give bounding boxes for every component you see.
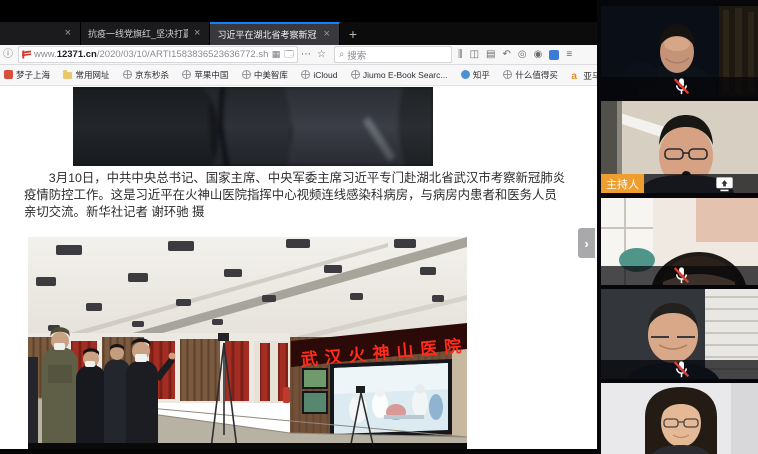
bookmark-favicon-icon [503, 70, 512, 79]
host-badge: 主持人 [601, 174, 644, 193]
bookmark-favicon-icon [182, 70, 191, 79]
bookmark-label: 中美智库 [254, 69, 288, 81]
bookmark-label: iCloud [313, 70, 337, 80]
bookmark-favicon-icon [242, 70, 251, 79]
participant-namebar: 主持人 brucehorse [601, 174, 758, 193]
tab-close-icon[interactable]: × [321, 28, 331, 41]
bookmark-item[interactable]: 梦子上海 [4, 69, 50, 81]
tab-close-icon[interactable]: × [192, 27, 202, 40]
bookmarks-bar: 梦子上海 常用网址 京东秒杀 苹果中国 [0, 65, 601, 86]
bookmark-item[interactable]: 常用网址 [63, 69, 109, 81]
qr-code-icon[interactable]: ▦ [272, 49, 281, 60]
article-caption: 3月10日，中共中央总书记、国家主席、中央军委主席习近平专门赴湖北省武汉市考察新… [24, 170, 567, 221]
bookmark-favicon-icon [123, 70, 132, 79]
save-page-icon[interactable]: 🗔 [284, 47, 294, 63]
sync-icon[interactable]: ◉ [534, 50, 543, 60]
bookmark-label: 知乎 [473, 69, 490, 81]
tab-close-icon[interactable]: × [63, 27, 73, 40]
participant-namebar: 许水贵 [601, 266, 758, 285]
participant-namebar: 杨美华 [601, 360, 758, 379]
participants-sidebar: 卢文忠 主持人 brucehorse [597, 0, 758, 454]
tab-hidden[interactable]: × [0, 22, 81, 45]
reader-icon[interactable]: ▤ [486, 50, 495, 60]
bookmark-favicon-icon [571, 71, 580, 80]
tab-title: 习近平在湖北省考察新冠肺炎疫情防控 [217, 28, 317, 41]
bookmark-label: 梦子上海 [16, 69, 50, 81]
webpage-content: 3月10日，中共中央总书记、国家主席、中央军委主席习近平专门赴湖北省武汉市考察新… [0, 86, 597, 449]
participant-tile-unnamed[interactable] [601, 383, 758, 454]
bookmark-label: Jiumo E-Book Searc... [363, 70, 448, 80]
search-placeholder: 搜索 [347, 48, 366, 62]
bookmark-item[interactable]: 京东秒杀 [123, 69, 169, 81]
sidebar-panel-icon[interactable]: ◫ [470, 50, 479, 60]
tab-kangyi[interactable]: 抗疫一线党旗红_坚决打赢疫情防控阻 × [81, 22, 210, 45]
bookmark-item[interactable]: iCloud [301, 70, 337, 80]
bookmark-label: 常用网址 [75, 69, 109, 81]
site-info-icon[interactable]: ⓘ [3, 50, 13, 60]
site-favicon-flag-icon [22, 50, 31, 59]
bookmark-favicon-icon [301, 70, 310, 79]
bookmark-label: 京东秒杀 [135, 69, 169, 81]
meeting-window: × 抗疫一线党旗红_坚决打赢疫情防控阻 × 习近平在湖北省考察新冠肺炎疫情防控 … [0, 0, 758, 454]
article-photo-suits [73, 87, 433, 166]
search-icon: ⌕ [339, 49, 344, 60]
participant-tile-yangmeihua[interactable]: 杨美华 [601, 289, 758, 379]
bookmark-item[interactable]: 中美智库 [242, 69, 288, 81]
bookmark-star-icon[interactable]: ☆ [317, 50, 326, 60]
participant-tile-xushuigui[interactable]: 许水贵 [601, 198, 758, 285]
bookmark-label: 苹果中国 [194, 69, 228, 81]
participant-tile-luwenzhong[interactable]: 卢文忠 [601, 6, 758, 96]
mic-muted-icon [605, 360, 758, 379]
toolbar-buttons: ⫼ ◫ ▤ ↶ ◎ ◉ ≡ [458, 50, 572, 60]
bookmark-favicon-icon [63, 72, 72, 79]
tab-title: 抗疫一线党旗红_坚决打赢疫情防控阻 [88, 27, 188, 40]
extension-icon[interactable] [549, 50, 559, 60]
participant-namebar: 卢文忠 [601, 77, 758, 96]
undo-icon[interactable]: ↶ [502, 50, 510, 60]
bookmark-item[interactable]: Jiumo E-Book Searc... [351, 70, 448, 80]
browser-toolbar: ⓘ www.12371.cn/2020/03/10/ARTI1583836523… [0, 45, 597, 65]
mic-muted-icon [605, 77, 758, 96]
page-actions-icon[interactable]: ⋯ [301, 50, 311, 60]
shared-screen: × 抗疫一线党旗红_坚决打赢疫情防控阻 × 习近平在湖北省考察新冠肺炎疫情防控 … [0, 0, 597, 454]
sidebar-collapse-handle[interactable]: › [578, 228, 595, 258]
bookmark-item[interactable]: 知乎 [461, 69, 490, 81]
screen-share-icon [648, 174, 758, 193]
bookmark-favicon-icon [351, 70, 360, 79]
participant-tile-brucehorse[interactable]: 主持人 brucehorse [601, 101, 758, 193]
bookmark-list: 梦子上海 常用网址 京东秒杀 苹果中国 [4, 66, 601, 84]
bookmark-item[interactable]: 什么值得买 [503, 69, 558, 81]
browser-tab-bar: × 抗疫一线党旗红_坚决打赢疫情防控阻 × 习近平在湖北省考察新冠肺炎疫情防控 … [0, 22, 597, 45]
bookmark-favicon-icon [4, 70, 13, 79]
account-icon[interactable]: ◎ [518, 50, 527, 60]
tab-xijinping-active[interactable]: 习近平在湖北省考察新冠肺炎疫情防控 × [210, 22, 339, 45]
mic-muted-icon [605, 266, 758, 285]
address-bar[interactable]: www.12371.cn/2020/03/10/ARTI158383652363… [18, 46, 298, 63]
bookmark-label: 什么值得买 [515, 69, 558, 81]
bookmark-item[interactable]: 苹果中国 [182, 69, 228, 81]
search-box[interactable]: ⌕ 搜索 [334, 46, 452, 63]
article-photo-hospital: 武汉火神山医院 [28, 237, 467, 449]
letterbox-bottom [0, 449, 597, 454]
new-tab-button[interactable]: + [340, 22, 366, 45]
letterbox-top [0, 0, 597, 22]
bookmark-favicon-icon [461, 70, 470, 79]
url-text: www.12371.cn/2020/03/10/ARTI158383652363… [34, 49, 268, 60]
library-icon[interactable]: ⫼ [458, 50, 463, 60]
menu-icon[interactable]: ≡ [566, 50, 572, 60]
